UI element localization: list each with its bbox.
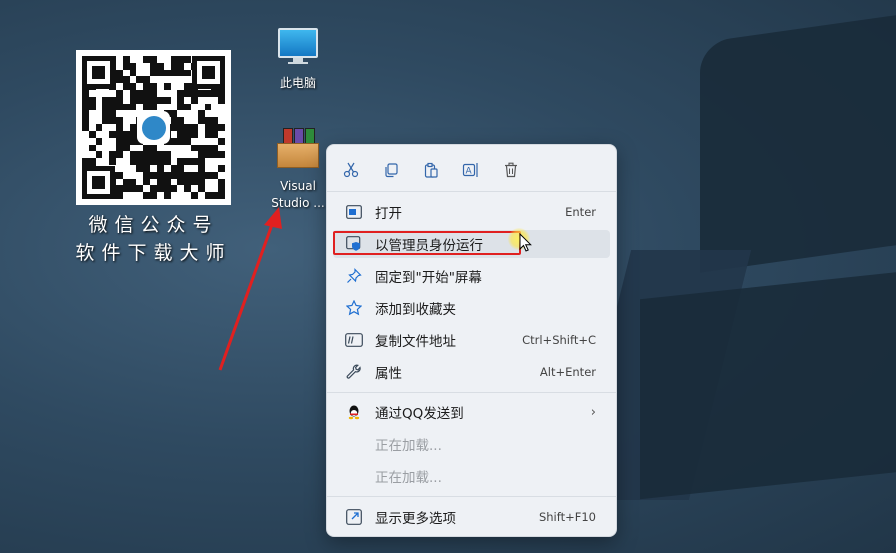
menu-item-show-more-options[interactable]: 显示更多选项 Shift+F10 bbox=[333, 503, 610, 531]
pin-icon bbox=[341, 268, 367, 284]
annotation-arrow bbox=[218, 207, 282, 371]
menu-item-loading: 正在加载... bbox=[333, 430, 610, 458]
menu-item-pin-to-start[interactable]: 固定到"开始"屏幕 bbox=[333, 262, 610, 290]
desktop-icon-visual-studio[interactable]: Visual Studio ... bbox=[266, 128, 330, 212]
menu-item-label: 打开 bbox=[375, 206, 402, 222]
desktop-icon-label-line1: Visual bbox=[280, 179, 316, 193]
wrench-icon bbox=[341, 364, 367, 380]
menu-separator bbox=[327, 191, 616, 192]
delete-icon bbox=[505, 162, 517, 178]
menu-item-shortcut: Enter bbox=[565, 205, 596, 219]
desktop-icon-this-pc[interactable]: 此电脑 bbox=[268, 28, 328, 91]
context-menu: A 打开 Enter 以管理员身份运行 固定到"开始"屏幕 添加到收藏夹 复制文… bbox=[326, 144, 617, 537]
menu-item-label: 正在加载... bbox=[375, 438, 442, 454]
copy-path-icon bbox=[341, 333, 367, 347]
paste-button[interactable] bbox=[415, 155, 447, 185]
qr-logo bbox=[137, 111, 170, 144]
star-icon bbox=[341, 300, 367, 316]
cut-icon bbox=[343, 162, 359, 178]
qq-icon bbox=[341, 404, 367, 420]
desktop-icon-label: 此电脑 bbox=[279, 76, 316, 90]
menu-item-open[interactable]: 打开 Enter bbox=[333, 198, 610, 226]
open-window-icon bbox=[341, 205, 367, 219]
menu-item-label: 属性 bbox=[375, 366, 402, 382]
more-options-icon bbox=[341, 509, 367, 525]
rename-button[interactable]: A bbox=[455, 155, 487, 185]
menu-item-label: 添加到收藏夹 bbox=[375, 302, 456, 318]
monitor-icon bbox=[268, 28, 328, 64]
winrar-box-icon bbox=[275, 128, 321, 168]
paste-icon bbox=[424, 162, 438, 178]
menu-item-shortcut: Shift+F10 bbox=[538, 510, 596, 524]
qr-code bbox=[76, 50, 231, 205]
delete-button[interactable] bbox=[495, 155, 527, 185]
menu-item-label: 复制文件地址 bbox=[375, 334, 456, 350]
menu-item-shortcut: Ctrl+Shift+C bbox=[522, 333, 596, 347]
menu-item-label: 通过QQ发送到 bbox=[375, 406, 464, 422]
copy-icon bbox=[385, 163, 398, 178]
svg-text:A: A bbox=[466, 167, 473, 177]
wallpaper-logo-shape bbox=[700, 13, 896, 273]
menu-item-loading: 正在加载... bbox=[333, 462, 610, 490]
menu-item-label: 正在加载... bbox=[375, 470, 442, 486]
menu-item-properties[interactable]: 属性 Alt+Enter bbox=[333, 358, 610, 386]
wallpaper-logo-shape bbox=[640, 270, 896, 500]
menu-item-add-to-favorites[interactable]: 添加到收藏夹 bbox=[333, 294, 610, 322]
menu-separator bbox=[327, 392, 616, 393]
context-menu-toolbar: A bbox=[335, 155, 527, 185]
copy-button[interactable] bbox=[375, 155, 407, 185]
chevron-right-icon: › bbox=[590, 404, 596, 420]
rename-icon: A bbox=[462, 163, 478, 177]
menu-item-send-via-qq[interactable]: 通过QQ发送到 › bbox=[333, 398, 610, 426]
annotation-highlight-box bbox=[333, 231, 521, 255]
cut-button[interactable] bbox=[335, 155, 367, 185]
mouse-cursor-icon bbox=[519, 233, 532, 252]
menu-item-shortcut: Alt+Enter bbox=[539, 365, 596, 379]
menu-item-copy-path[interactable]: 复制文件地址 Ctrl+Shift+C bbox=[333, 326, 610, 354]
menu-item-label: 显示更多选项 bbox=[375, 511, 456, 527]
menu-separator bbox=[327, 496, 616, 497]
menu-item-label: 固定到"开始"屏幕 bbox=[375, 270, 482, 286]
